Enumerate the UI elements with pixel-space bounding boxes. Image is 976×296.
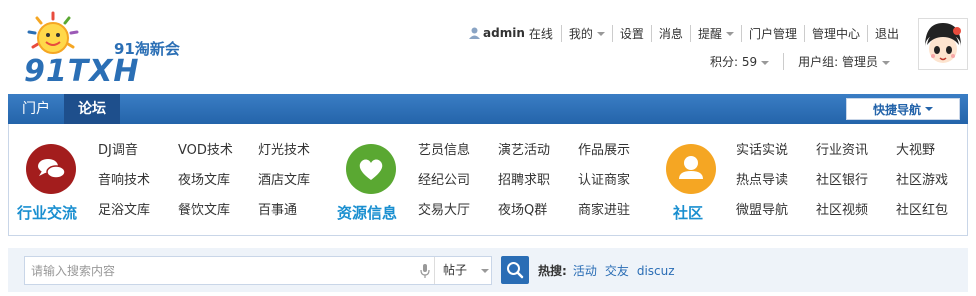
microphone-icon[interactable] [420,264,430,278]
forum-link[interactable]: 认证商家 [578,170,658,192]
site-logo[interactable]: 91淘新会 91TXH [18,10,193,89]
link-grid: 实话实说 行业资讯 大视野 热点导读 社区银行 社区游戏 微盟导航 社区视频 社… [736,140,976,222]
forum-link[interactable]: 社区游戏 [896,170,976,192]
forum-link[interactable]: 热点导读 [736,170,816,192]
username-link[interactable]: admin [483,26,525,40]
chevron-down-icon [761,60,770,65]
avatar-image [925,23,961,63]
link-grid: DJ调音 VOD技术 灯光技术 音响技术 夜场文库 酒店文库 足浴文库 餐饮文库… [98,140,338,222]
chevron-down-icon [925,107,933,111]
forum-link[interactable]: 招聘求职 [498,170,578,192]
admin-center-link[interactable]: 管理中心 [803,24,867,42]
user-status: admin 在线 [462,25,561,42]
sun-logo-icon [27,11,79,54]
forum-link[interactable]: 作品展示 [578,140,658,162]
forum-link[interactable]: 演艺活动 [498,140,578,162]
chevron-down-icon [882,60,890,65]
group-resources: 资源信息 艺员信息 演艺活动 作品展示 经纪公司 招聘求职 认证商家 交易大厅 … [329,124,649,236]
search-button[interactable] [501,256,529,284]
logo-text-en: 91TXH [24,54,140,89]
forum-link[interactable]: 艺员信息 [418,140,498,162]
forum-link[interactable]: 大视野 [896,140,976,162]
chevron-down-icon [596,32,605,36]
forum-category-panel: 行业交流 DJ调音 VOD技术 灯光技术 音响技术 夜场文库 酒店文库 足浴文库… [8,124,968,236]
my-menu[interactable]: 我的 [560,24,612,42]
hot-search-term[interactable]: 活动 [573,262,597,279]
hot-search-term[interactable]: 交友 [605,262,629,279]
reminders-menu[interactable]: 提醒 [689,24,741,42]
forum-link[interactable]: 行业资讯 [816,140,896,162]
forum-link[interactable]: 交易大厅 [418,200,498,222]
forum-link[interactable]: 社区红包 [896,200,976,222]
messages-link[interactable]: 消息 [650,24,690,42]
forum-link[interactable]: 足浴文库 [98,200,178,222]
forum-link[interactable]: 商家进驻 [578,200,658,222]
forum-link[interactable]: 夜场文库 [178,170,258,192]
forum-link[interactable]: 夜场Q群 [498,200,578,222]
hot-search: 热搜: 活动 交友 discuz [538,262,683,279]
portal-admin-link[interactable]: 门户管理 [740,24,804,42]
forum-link[interactable]: 社区视频 [816,200,896,222]
forum-link[interactable]: 酒店文库 [258,170,338,192]
group-community: 社区 实话实说 行业资讯 大视野 热点导读 社区银行 社区游戏 微盟导航 社区视… [649,124,969,236]
tab-forum[interactable]: 论坛 [64,94,120,124]
forum-link[interactable]: 经纪公司 [418,170,498,192]
forum-link[interactable]: 百事通 [258,200,338,222]
chevron-down-icon [481,268,490,273]
user-icon[interactable] [666,144,716,194]
link-grid: 艺员信息 演艺活动 作品展示 经纪公司 招聘求职 认证商家 交易大厅 夜场Q群 … [418,140,658,222]
group-title-community[interactable]: 社区 [673,202,703,223]
chat-bubble-icon[interactable] [26,144,76,194]
forum-link[interactable]: 音响技术 [98,170,178,192]
points-menu[interactable]: 积分: 59 [696,53,783,70]
online-status: 在线 [528,26,553,41]
avatar[interactable] [918,18,968,70]
quick-nav-button[interactable]: 快捷导航 [846,98,960,120]
tab-portal[interactable]: 门户 [8,94,64,124]
user-nav: admin 在线 我的 设置 消息 提醒 门户管理 管理中心 退出 [462,24,906,42]
hot-search-label: 热搜: [538,264,567,278]
search-input[interactable] [25,257,425,284]
chevron-down-icon [725,32,734,36]
user-icon [469,27,481,39]
group-title-resources[interactable]: 资源信息 [337,202,397,223]
hot-search-term[interactable]: discuz [637,264,675,278]
user-info: 积分: 59 用户组: 管理员 [696,53,904,70]
forum-link[interactable]: 实话实说 [736,140,816,162]
forum-link[interactable]: 社区银行 [816,170,896,192]
settings-link[interactable]: 设置 [611,24,651,42]
heart-icon[interactable] [346,144,396,194]
group-industry: 行业交流 DJ调音 VOD技术 灯光技术 音响技术 夜场文库 酒店文库 足浴文库… [9,124,329,236]
search-type-select[interactable]: 帖子 [434,257,491,284]
main-nav-bar: 门户 论坛 快捷导航 [8,94,968,124]
user-group-menu[interactable]: 用户组: 管理员 [783,53,904,70]
forum-link[interactable]: VOD技术 [178,140,258,162]
group-title-industry[interactable]: 行业交流 [17,202,77,223]
header: 91淘新会 91TXH admin 在线 我的 设置 消息 提醒 门户管理 管理… [0,0,976,92]
search-icon [507,262,524,279]
forum-link[interactable]: 微盟导航 [736,200,816,222]
forum-link[interactable]: DJ调音 [98,140,178,162]
forum-link[interactable]: 灯光技术 [258,140,338,162]
forum-link[interactable]: 餐饮文库 [178,200,258,222]
logout-link[interactable]: 退出 [866,24,906,42]
search-bar: 帖子 热搜: 活动 交友 discuz [8,248,968,292]
search-box: 帖子 [24,256,492,285]
